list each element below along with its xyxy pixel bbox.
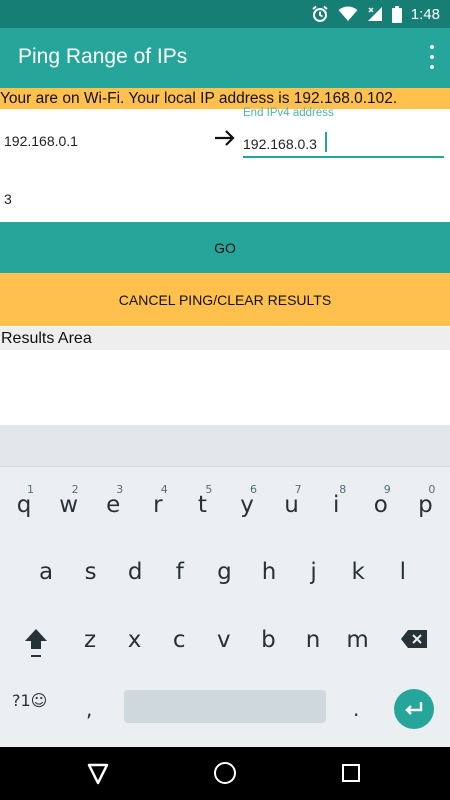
back-icon[interactable] (86, 762, 110, 786)
key-c-label: c (172, 627, 186, 653)
key-c[interactable]: c (157, 615, 201, 665)
key-m[interactable]: m (336, 615, 380, 665)
key-v-label: v (216, 627, 231, 653)
key-h-label: h (261, 559, 277, 585)
ip-count-field[interactable]: 3 (4, 191, 12, 207)
wifi-icon (338, 6, 358, 21)
key-p[interactable]: p0 (403, 480, 447, 530)
home-icon[interactable] (214, 762, 236, 784)
symbols-key[interactable]: ?1☺ (12, 691, 47, 710)
key-v[interactable]: v (202, 615, 246, 665)
key-b-label: b (261, 627, 276, 653)
status-time: 1:48 (410, 5, 440, 23)
key-o[interactable]: o9 (359, 480, 403, 530)
key-n-label: n (305, 627, 321, 653)
key-z[interactable]: z (68, 615, 112, 665)
backspace-icon[interactable] (400, 629, 428, 649)
key-r-hint: 4 (160, 483, 168, 496)
keyboard-suggestion-strip (0, 425, 450, 467)
key-d[interactable]: d (113, 547, 157, 597)
key-n[interactable]: n (291, 615, 335, 665)
overflow-menu-icon[interactable] (428, 45, 436, 69)
soft-keyboard: q1w2e3r4t5y6u7i8o9p0 a s d f g h j k l z x c v b nm ?… (0, 425, 450, 747)
key-u[interactable]: u7 (270, 480, 314, 530)
key-h[interactable]: h (247, 547, 291, 597)
key-b[interactable]: b (246, 615, 290, 665)
key-o-hint: 9 (383, 483, 391, 496)
alarm-icon (312, 5, 328, 22)
key-m-label: m (346, 627, 369, 653)
key-i[interactable]: i8 (314, 480, 358, 530)
key-x-label: x (127, 627, 142, 653)
key-w[interactable]: w2 (47, 480, 91, 530)
key-k-label: k (351, 559, 365, 585)
key-e-hint: 3 (116, 483, 124, 496)
arrow-right-icon (215, 130, 235, 146)
cell-signal-icon (367, 7, 382, 21)
key-t-hint: 5 (205, 483, 213, 496)
key-l-label: l (399, 559, 406, 585)
key-s-label: s (84, 559, 97, 585)
text-cursor (325, 132, 327, 152)
app-title: Ping Range of IPs (18, 45, 188, 68)
key-e[interactable]: e3 (91, 480, 135, 530)
key-r[interactable]: r4 (136, 480, 180, 530)
period-key[interactable]: . (353, 697, 359, 721)
key-j[interactable]: j (292, 547, 336, 597)
key-t[interactable]: t5 (180, 480, 224, 530)
start-ip-input[interactable]: 192.168.0.1 (4, 133, 78, 149)
key-l[interactable]: l (381, 547, 425, 597)
key-q[interactable]: q1 (2, 480, 46, 530)
key-y[interactable]: y6 (225, 480, 269, 530)
comma-key[interactable]: , (86, 697, 92, 721)
key-g-label: g (217, 559, 232, 585)
end-ip-input[interactable] (243, 132, 444, 158)
key-g[interactable]: g (202, 547, 246, 597)
key-s[interactable]: s (69, 547, 113, 597)
status-bar: 1:48 (0, 0, 450, 28)
battery-icon (391, 5, 402, 23)
go-button[interactable]: GO (0, 222, 450, 273)
enter-key[interactable] (394, 689, 434, 729)
key-u-hint: 7 (294, 483, 302, 496)
recents-icon[interactable] (342, 764, 360, 782)
results-area (0, 350, 450, 425)
key-k[interactable]: k (336, 547, 380, 597)
navigation-bar (0, 747, 450, 800)
status-icons: 1:48 (311, 4, 440, 24)
cancel-ping-clear-results-button[interactable]: CANCEL PING/CLEAR RESULTS (0, 273, 450, 326)
key-y-hint: 6 (250, 483, 257, 496)
key-f[interactable]: f (158, 547, 202, 597)
end-ip-label: End IPv4 address (243, 107, 334, 119)
key-x[interactable]: x (113, 615, 157, 665)
shift-icon[interactable] (22, 625, 50, 661)
key-j-label: j (310, 559, 317, 585)
wifi-info-banner: Your are on Wi-Fi. Your local IP address… (0, 88, 450, 109)
results-area-header: Results Area (0, 327, 450, 350)
key-a-label: a (38, 559, 54, 585)
key-f-label: f (175, 559, 184, 585)
key-p-hint: 0 (428, 483, 436, 496)
key-d-label: d (127, 559, 143, 585)
key-i-hint: 8 (339, 483, 347, 496)
app-bar: Ping Range of IPs (0, 28, 450, 88)
key-q-hint: 1 (27, 483, 34, 496)
key-w-hint: 2 (71, 483, 79, 496)
enter-icon (405, 702, 423, 715)
key-a[interactable]: a (24, 547, 68, 597)
key-z-label: z (83, 627, 97, 653)
space-key[interactable] (124, 690, 326, 723)
